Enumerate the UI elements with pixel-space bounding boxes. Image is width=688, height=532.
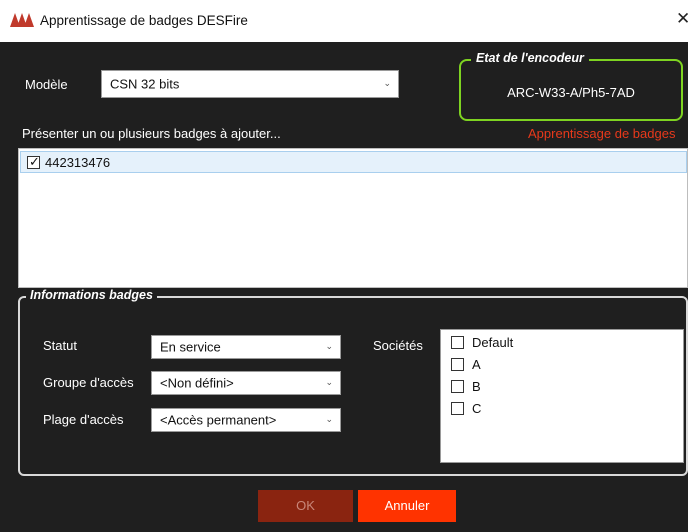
societes-label: Sociétés (373, 338, 423, 353)
ok-button[interactable]: OK (258, 490, 353, 522)
societe-checkbox[interactable] (451, 336, 464, 349)
badge-list-item[interactable]: ✓ 442313476 (20, 151, 687, 173)
chevron-down-icon: ⌄ (325, 376, 333, 387)
badge-info-legend: Informations badges (26, 288, 157, 302)
badge-list[interactable]: ✓ 442313476 (18, 148, 688, 288)
modele-select-value: CSN 32 bits (110, 76, 180, 92)
encoder-status-group: Etat de l'encodeur ARC-W33-A/Ph5-7AD (459, 51, 683, 121)
statut-label: Statut (43, 338, 77, 353)
statut-select[interactable]: En service ⌄ (151, 335, 341, 359)
encoder-status-legend: Etat de l'encodeur (471, 51, 589, 65)
badges-prompt: Présenter un ou plusieurs badges à ajout… (22, 126, 281, 141)
arc-logo-icon (10, 13, 34, 27)
close-icon[interactable]: ✕ (676, 9, 688, 29)
statut-select-value: En service (160, 339, 221, 355)
chevron-down-icon: ⌄ (325, 340, 333, 351)
plage-acces-select-value: <Accès permanent> (160, 412, 277, 428)
societes-list[interactable]: Default A B C (440, 329, 684, 463)
window-title: Apprentissage de badges DESFire (40, 13, 248, 28)
title-bar: Apprentissage de badges DESFire ✕ (0, 0, 688, 42)
learning-status-text: Apprentissage de badges (528, 126, 676, 141)
badge-checkbox[interactable]: ✓ (27, 154, 40, 169)
chevron-down-icon: ⌄ (325, 413, 333, 424)
modele-select[interactable]: CSN 32 bits ⌄ (101, 70, 399, 98)
plage-acces-select[interactable]: <Accès permanent> ⌄ (151, 408, 341, 432)
encoder-status-value: ARC-W33-A/Ph5-7AD (507, 85, 635, 100)
societe-checkbox[interactable] (451, 402, 464, 415)
modele-label: Modèle (25, 77, 68, 92)
plage-acces-label: Plage d'accès (43, 412, 124, 427)
societe-name: C (472, 401, 482, 416)
chevron-down-icon: ⌄ (383, 77, 391, 88)
groupe-acces-select[interactable]: <Non défini> ⌄ (151, 371, 341, 395)
societe-name: B (472, 379, 481, 394)
societe-checkbox[interactable] (451, 358, 464, 371)
groupe-acces-select-value: <Non défini> (160, 375, 234, 391)
societe-name: Default (472, 335, 514, 350)
badge-id: 442313476 (45, 155, 111, 170)
check-icon: ✓ (29, 154, 40, 169)
societe-name: A (472, 357, 481, 372)
cancel-button[interactable]: Annuler (358, 490, 456, 522)
societe-checkbox[interactable] (451, 380, 464, 393)
groupe-acces-label: Groupe d'accès (43, 375, 134, 390)
